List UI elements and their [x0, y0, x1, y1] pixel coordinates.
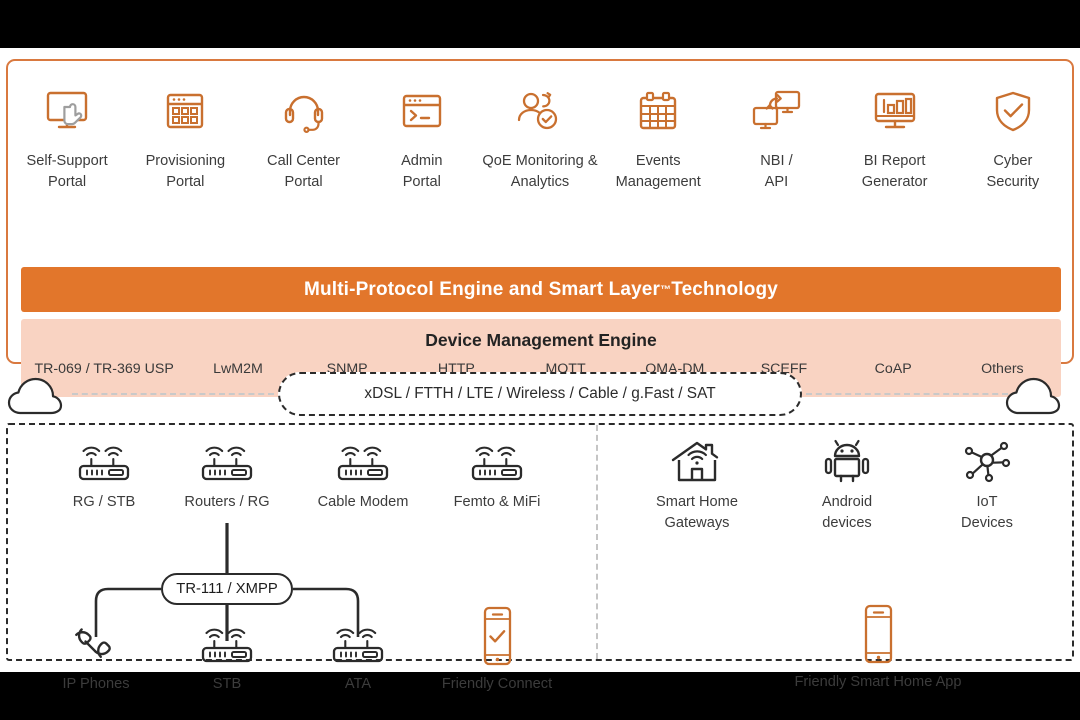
grid-window-icon: [161, 83, 209, 141]
network-band: xDSL / FTTH / LTE / Wireless / Cable / g…: [0, 366, 1080, 428]
smartphone-icon: [857, 603, 899, 665]
router-icon: [196, 439, 258, 485]
tr111-xmpp-label: TR-111 / XMPP: [176, 581, 278, 597]
access-network-pill: xDSL / FTTH / LTE / Wireless / Cable / g…: [278, 372, 802, 416]
portal-admin[interactable]: Admin Portal: [363, 83, 481, 233]
router-icon: [466, 439, 528, 485]
multi-protocol-engine-banner: Multi-Protocol Engine and Smart Layer ™ T…: [21, 267, 1061, 312]
device-friendly-smart-home-app[interactable]: Friendly Smart Home App: [778, 603, 978, 693]
tr111-xmpp-node: TR-111 / XMPP: [161, 573, 293, 605]
smartphone-check-icon: [476, 605, 518, 667]
portal-self-support[interactable]: Self-Support Portal: [8, 83, 126, 233]
network-link-right: [806, 393, 1008, 395]
device-label: Friendly Connect: [441, 676, 553, 692]
router-icon: [327, 621, 389, 667]
device-routers-rg[interactable]: Routers / RG: [179, 439, 275, 513]
cloud-icon-right: [1004, 372, 1074, 416]
device-label: ATA: [344, 676, 372, 692]
device-stb[interactable]: STB: [179, 621, 275, 695]
device-label: STB: [212, 676, 242, 692]
device-label: Android devices: [821, 494, 873, 531]
device-smart-home-gateways[interactable]: Smart Home Gateways: [632, 439, 762, 534]
trademark-symbol: ™: [660, 283, 672, 296]
platform-card: Self-Support Portal Provisioning Portal …: [6, 59, 1074, 397]
portal-cyber-security[interactable]: Cyber Security: [954, 83, 1072, 233]
shield-check-icon: [989, 83, 1037, 141]
dme-title: Device Management Engine: [425, 330, 657, 350]
router-icon: [73, 439, 135, 485]
device-label: Friendly Smart Home App: [794, 674, 962, 690]
device-label: Cable Modem: [317, 494, 409, 510]
portal-bi-report-generator[interactable]: BI Report Generator: [836, 83, 954, 233]
portal-events-management[interactable]: Events Management: [599, 83, 717, 233]
phone-handset-icon: [68, 621, 124, 667]
device-label: IoT Devices: [961, 494, 1013, 531]
portal-call-center[interactable]: Call Center Portal: [244, 83, 362, 233]
device-iot-devices[interactable]: IoT Devices: [932, 439, 1042, 534]
portal-label: Events Management: [615, 153, 701, 190]
cloud-icon-left: [6, 372, 76, 416]
portal-label: Cyber Security: [986, 153, 1040, 190]
portal-label: BI Report Generator: [861, 153, 928, 190]
router-icon: [332, 439, 394, 485]
portal-label: NBI / API: [760, 153, 793, 190]
device-android-devices[interactable]: Android devices: [782, 439, 912, 534]
devices-container: RG / STB Routers / RG Cable Modem Femto …: [6, 423, 1074, 692]
network-link-left: [72, 393, 274, 395]
portal-row: Self-Support Portal Provisioning Portal …: [8, 83, 1072, 233]
portal-label: Call Center Portal: [267, 153, 341, 190]
portal-qoe-monitoring[interactable]: QoE Monitoring & Analytics: [481, 83, 599, 233]
device-label: Femto & MiFi: [453, 494, 541, 510]
router-icon: [196, 621, 258, 667]
monitor-cursor-icon: [43, 83, 91, 141]
device-label: Routers / RG: [184, 494, 270, 510]
monitor-sync-icon: [750, 83, 802, 141]
mpe-text-part1: Multi-Protocol Engine and Smart Layer: [304, 278, 661, 300]
devices-divider: [596, 425, 598, 659]
diagram-canvas: Self-Support Portal Provisioning Portal …: [0, 48, 1080, 692]
iot-network-icon: [962, 439, 1012, 485]
device-ip-phones[interactable]: IP Phones: [48, 621, 144, 695]
smart-home-icon: [668, 439, 726, 485]
portal-label: QoE Monitoring & Analytics: [482, 153, 598, 190]
headset-icon: [280, 83, 328, 141]
device-label: RG / STB: [72, 494, 136, 510]
terminal-window-icon: [398, 83, 446, 141]
mpe-text-part2: Technology: [671, 278, 778, 300]
calendar-icon: [634, 83, 682, 141]
device-rg-stb[interactable]: RG / STB: [56, 439, 152, 513]
device-cable-modem[interactable]: Cable Modem: [298, 439, 428, 513]
user-check-icon: [514, 83, 566, 141]
device-label: IP Phones: [62, 676, 130, 692]
android-robot-icon: [821, 439, 873, 485]
portal-label: Admin Portal: [401, 153, 443, 190]
device-femto-mifi[interactable]: Femto & MiFi: [432, 439, 562, 513]
bar-chart-monitor-icon: [871, 83, 919, 141]
device-ata[interactable]: ATA: [310, 621, 406, 695]
device-label: Smart Home Gateways: [656, 494, 738, 531]
screenshot-root: Self-Support Portal Provisioning Portal …: [0, 0, 1080, 720]
portal-nbi-api[interactable]: NBI / API: [717, 83, 835, 233]
portal-provisioning[interactable]: Provisioning Portal: [126, 83, 244, 233]
device-friendly-connect[interactable]: Friendly Connect: [432, 605, 562, 695]
access-network-text: xDSL / FTTH / LTE / Wireless / Cable / g…: [364, 385, 716, 402]
portal-label: Provisioning Portal: [145, 153, 226, 190]
portal-label: Self-Support Portal: [26, 153, 108, 190]
